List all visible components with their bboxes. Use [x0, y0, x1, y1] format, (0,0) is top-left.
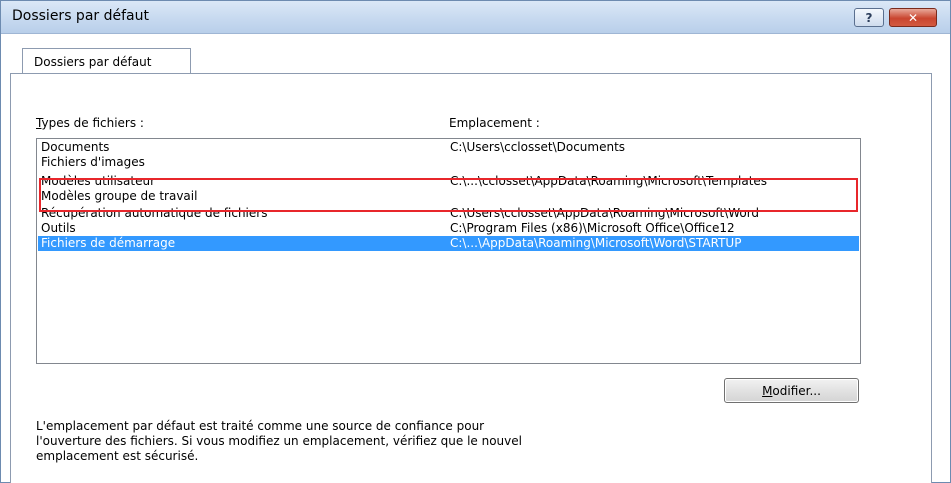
help-button[interactable]: ? — [854, 8, 884, 27]
file-type-name: Modèles groupe de travail — [41, 189, 198, 203]
list-item[interactable]: Fichiers d'images — [38, 155, 859, 170]
help-icon: ? — [865, 10, 873, 25]
list-item[interactable]: Outils C:\Program Files (x86)\Microsoft … — [38, 221, 859, 236]
modify-button[interactable]: Modifier... — [724, 378, 859, 403]
modify-accelerator: M — [762, 383, 773, 398]
info-line: l'ouverture des fichiers. Si vous modifi… — [36, 434, 522, 448]
column-header-location: Emplacement : — [449, 116, 540, 130]
tab-default-folders[interactable]: Dossiers par défaut — [22, 48, 191, 74]
info-line: L'emplacement par défaut est traité comm… — [36, 419, 485, 433]
file-type-path: C:\Users\cclosset\Documents — [450, 140, 626, 154]
window-title: Dossiers par défaut — [12, 8, 149, 24]
list-item[interactable]: Modèles groupe de travail — [38, 189, 859, 204]
file-type-name: Modèles utilisateur — [41, 174, 156, 188]
tab-strip: Dossiers par défaut — [1, 34, 950, 74]
file-type-name: Documents — [41, 140, 110, 154]
title-bar[interactable]: Dossiers par défaut ? ✕ — [1, 1, 950, 34]
list-item[interactable]: Modèles utilisateur C:\...\cclosset\AppD… — [38, 174, 859, 189]
file-type-name: Récupération automatique de fichiers — [41, 206, 268, 220]
tab-panel: Types de fichiers : Emplacement : Docume… — [10, 73, 932, 483]
list-item[interactable]: Documents C:\Users\cclosset\Documents — [38, 140, 859, 155]
file-type-path: C:\Users\cclosset\AppData\Roaming\Micros… — [450, 206, 760, 220]
file-type-path: C:\Program Files (x86)\Microsoft Office\… — [450, 221, 735, 235]
file-type-path: C:\...\AppData\Roaming\Microsoft\Word\ST… — [450, 236, 742, 250]
file-types-list[interactable]: Documents C:\Users\cclosset\Documents Fi… — [36, 138, 861, 364]
dialog-window: Dossiers par défaut ? ✕ Dossiers par déf… — [0, 0, 951, 483]
tab-label: Dossiers par défaut — [34, 55, 152, 69]
info-text: L'emplacement par défaut est traité comm… — [36, 419, 636, 464]
file-type-name: Outils — [41, 221, 76, 235]
file-type-name: Fichiers de démarrage — [41, 236, 176, 250]
close-icon: ✕ — [907, 10, 919, 25]
file-type-name: Fichiers d'images — [41, 155, 145, 169]
column-header-types: Types de fichiers : — [36, 116, 144, 130]
modify-label: odifier... — [772, 383, 821, 398]
close-button[interactable]: ✕ — [889, 8, 937, 27]
list-item[interactable]: Récupération automatique de fichiers C:\… — [38, 206, 859, 221]
info-line: emplacement est sécurisé. — [36, 449, 199, 463]
list-item-selected[interactable]: Fichiers de démarrage C:\...\AppData\Roa… — [38, 236, 859, 251]
file-type-path: C:\...\cclosset\AppData\Roaming\Microsof… — [450, 174, 768, 188]
types-label: ypes de fichiers : — [41, 116, 144, 130]
